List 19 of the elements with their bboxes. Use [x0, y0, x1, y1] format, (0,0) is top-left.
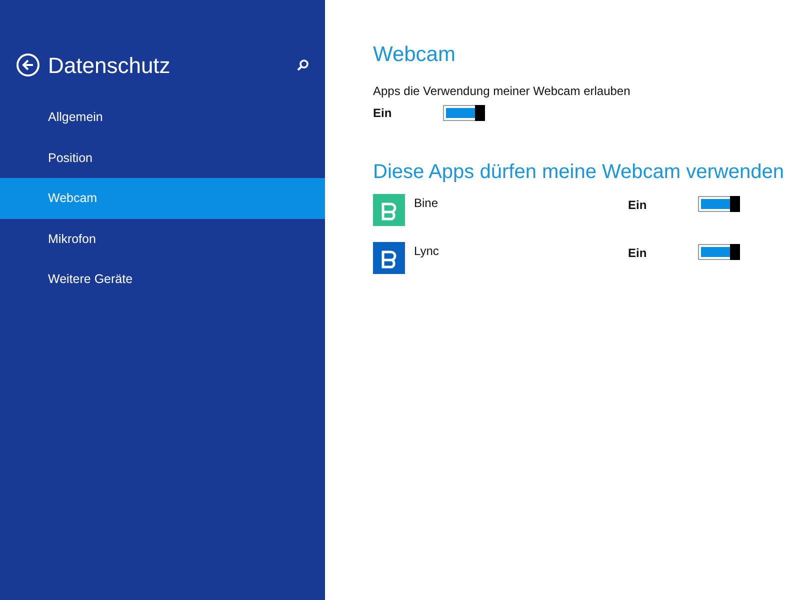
- state-label: Ein: [628, 245, 648, 262]
- sidebar-item[interactable]: Position: [0, 138, 325, 178]
- app-name: Bine: [414, 195, 440, 212]
- toggle-switch[interactable]: [443, 105, 485, 122]
- section-title: Webcam: [373, 42, 456, 68]
- page-title: Datenschutz: [48, 52, 172, 80]
- toggle-switch[interactable]: [698, 244, 740, 260]
- back-icon[interactable]: [16, 53, 40, 77]
- sidebar-item[interactable]: Weitere Geräte: [0, 259, 325, 300]
- search-icon[interactable]: [297, 59, 309, 71]
- app-name: Lync: [414, 243, 440, 260]
- state-label: Ein: [373, 105, 393, 122]
- section-heading: Diese Apps dürfen meine Webcam verwenden: [373, 160, 785, 184]
- sidebar-item[interactable]: Allgemein: [0, 97, 325, 138]
- toggle-switch[interactable]: [698, 196, 740, 212]
- sidebar-item[interactable]: Mikrofon: [0, 218, 325, 260]
- setting-label: Apps die Verwendung meiner Webcam erlauben: [373, 83, 632, 100]
- state-label: Ein: [628, 197, 648, 214]
- sidebar-item[interactable]: Webcam: [0, 178, 325, 219]
